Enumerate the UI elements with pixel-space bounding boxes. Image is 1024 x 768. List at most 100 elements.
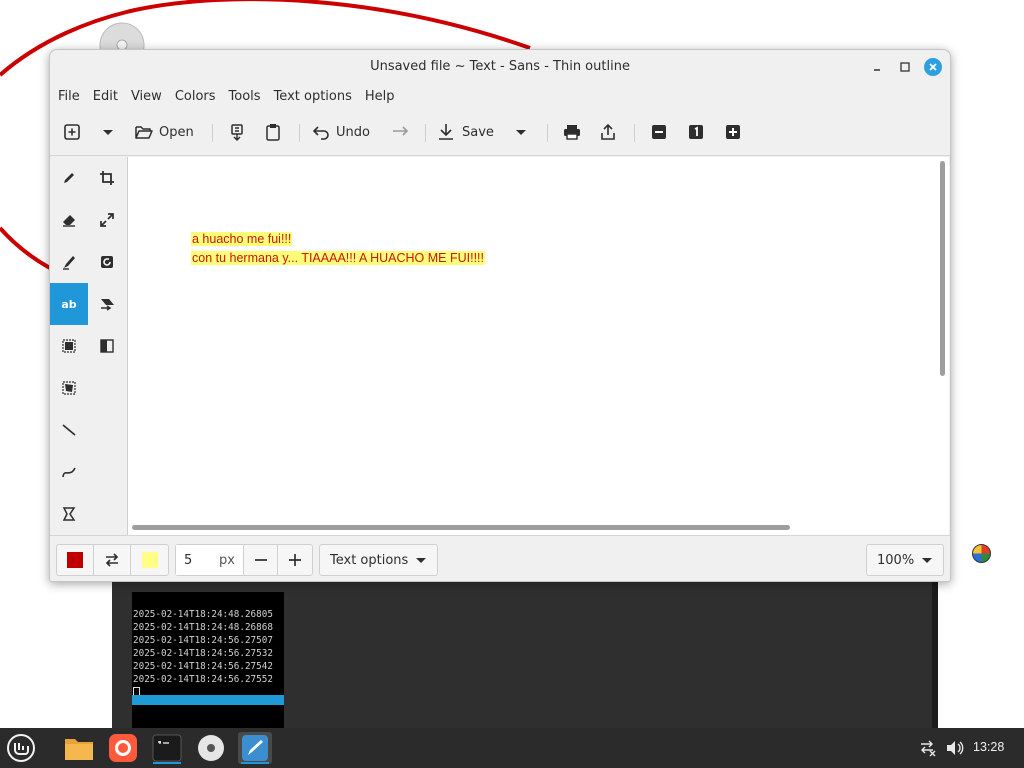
highlighter-icon (63, 256, 75, 270)
save-options-dropdown[interactable] (514, 121, 528, 143)
line-icon (62, 424, 76, 436)
drawing-app-icon (242, 735, 268, 761)
terminal-output[interactable]: 2025-02-14T18:24:48.26805 2025-02-14T18:… (132, 592, 284, 728)
save-button[interactable]: Save (438, 121, 494, 143)
tool-rect-select[interactable] (50, 325, 88, 367)
undo-button[interactable]: Undo (312, 121, 370, 143)
tool-text[interactable]: ab (50, 283, 88, 325)
size-increase-button[interactable] (278, 545, 312, 575)
pencil-icon (64, 173, 74, 183)
crop-icon (100, 171, 114, 185)
tool-line[interactable] (50, 409, 88, 451)
redo-button[interactable] (391, 121, 409, 143)
undo-label: Undo (336, 124, 370, 140)
save-label: Save (462, 124, 494, 140)
open-button[interactable]: Open (135, 121, 194, 143)
terminal-window[interactable]: 2025-02-14T18:24:48.26805 2025-02-14T18:… (112, 580, 938, 728)
open-label: Open (159, 124, 194, 140)
menu-text-options[interactable]: Text options (274, 89, 352, 104)
secondary-color-button[interactable] (131, 545, 168, 575)
clipboard-icon (266, 124, 280, 141)
free-select-icon (62, 381, 76, 395)
main-color-button[interactable] (57, 545, 94, 575)
minus-square-icon (652, 125, 666, 139)
tool-shape[interactable] (50, 493, 88, 535)
canvas-horizontal-scrollbar[interactable] (132, 525, 790, 530)
close-button[interactable] (924, 58, 942, 76)
copy-icon (231, 124, 243, 141)
tool-curve[interactable] (50, 451, 88, 493)
terminal-line: 2025-02-14T18:24:56.27542 (133, 661, 273, 672)
swap-icon (105, 553, 119, 567)
tool-skew[interactable] (88, 283, 126, 325)
zoom-in-button[interactable] (725, 121, 741, 143)
main-toolbar: Open Undo Save (50, 108, 950, 156)
clock[interactable]: 13:28 (973, 740, 1004, 754)
volume-icon (947, 741, 964, 755)
tool-scale[interactable] (88, 199, 126, 241)
size-group: 5 px (175, 544, 313, 576)
zoom-label: 100% (877, 552, 915, 568)
chevron-down-icon (416, 558, 426, 563)
tool-crop[interactable] (88, 157, 126, 199)
menu-tools[interactable]: Tools (229, 89, 261, 104)
canvas-text-line: con tu hermana y... TIAAAA!!! A HUACHO M… (191, 251, 485, 265)
text-options-dropdown[interactable]: Text options (319, 544, 438, 576)
canvas-vertical-scrollbar[interactable] (940, 161, 945, 376)
tool-eraser[interactable] (50, 199, 88, 241)
active-indicator (241, 762, 269, 764)
zoom-dropdown[interactable]: 100% (866, 544, 944, 576)
filters-icon (100, 339, 114, 353)
copy-button[interactable] (229, 121, 245, 143)
chevron-down-icon (516, 130, 526, 135)
maximize-icon (900, 62, 910, 72)
plus-square-icon (726, 125, 740, 139)
download-icon (439, 124, 453, 140)
tool-rotate[interactable] (88, 241, 126, 283)
size-input[interactable]: 5 px (176, 545, 244, 575)
toolbar-separator (547, 124, 548, 142)
tool-free-select[interactable] (50, 367, 88, 409)
taskbar-disc[interactable] (194, 732, 228, 764)
tool-filters[interactable] (88, 325, 126, 367)
paste-button[interactable] (265, 121, 281, 143)
text-tool-icon: ab (61, 297, 77, 311)
drawing-canvas[interactable]: a huacho me fui!!! con tu hermana y... T… (127, 157, 949, 535)
minimize-button[interactable] (868, 58, 886, 76)
print-button[interactable] (563, 121, 581, 143)
toolbar-separator (425, 124, 426, 142)
taskbar-terminal[interactable] (150, 732, 184, 764)
zoom-out-button[interactable] (651, 121, 667, 143)
options-bar: 5 px Text options 100% (50, 535, 950, 581)
menu-edit[interactable]: Edit (93, 89, 118, 104)
menu-colors[interactable]: Colors (175, 89, 216, 104)
rect-select-icon (62, 339, 76, 353)
size-decrease-button[interactable] (244, 545, 278, 575)
taskbar-drawing[interactable] (238, 732, 272, 764)
tool-highlighter[interactable] (50, 241, 88, 283)
new-options-dropdown[interactable] (101, 121, 115, 143)
maximize-button[interactable] (896, 58, 914, 76)
zoom-reset-button[interactable] (688, 121, 704, 143)
menu-file[interactable]: File (58, 89, 80, 104)
swap-colors-button[interactable] (94, 545, 131, 575)
tool-pencil[interactable] (50, 157, 88, 199)
canvas-text-line: a huacho me fui!!! (191, 232, 293, 246)
menu-help[interactable]: Help (365, 89, 395, 104)
menu-view[interactable]: View (131, 89, 162, 104)
color-wheel-icon[interactable] (972, 544, 991, 563)
taskbar-files[interactable] (62, 732, 96, 764)
share-button[interactable] (600, 121, 616, 143)
terminal-scrollbar[interactable] (932, 580, 938, 728)
title-bar[interactable]: Unsaved file ~ Text - Sans - Thin outlin… (50, 50, 950, 84)
toolbar-separator (299, 124, 300, 142)
taskbar-firefox[interactable] (106, 732, 140, 764)
network-disconnected-icon (921, 740, 936, 757)
new-button[interactable] (63, 121, 81, 143)
volume-tray[interactable] (938, 732, 972, 764)
terminal-icon (152, 734, 182, 762)
start-menu-button[interactable] (4, 732, 38, 764)
one-square-icon (689, 125, 703, 139)
disc-icon (198, 735, 224, 761)
minimize-icon (874, 69, 880, 71)
